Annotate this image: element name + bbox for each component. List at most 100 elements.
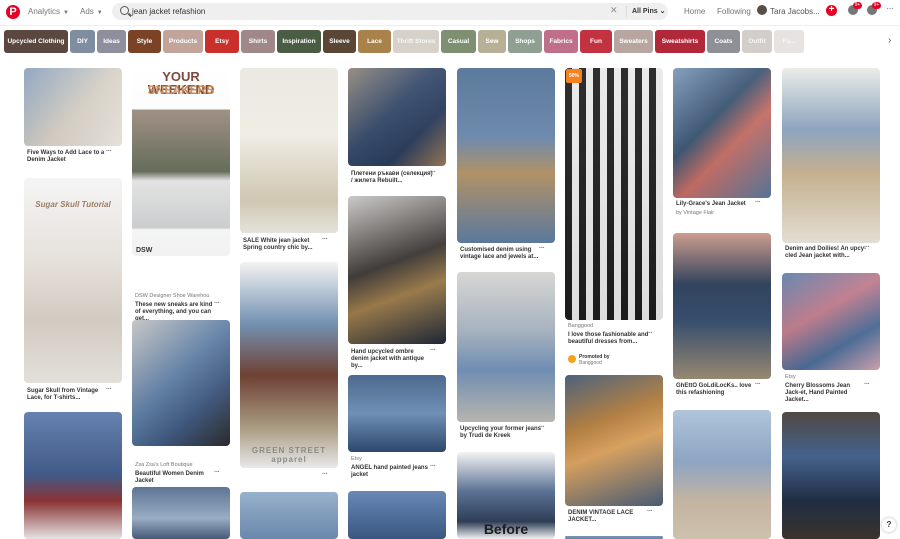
advertiser-avatar[interactable]	[568, 355, 576, 363]
chip-sweaters[interactable]: Sweaters	[614, 30, 653, 53]
pin-title[interactable]: Cherry Blossoms Jean Jack-et, Hand Paint…	[785, 383, 867, 404]
pin-image[interactable]: 50%	[565, 68, 663, 320]
pin-more-options-icon[interactable]: ···	[106, 148, 112, 155]
pin-image[interactable]: YOUR WEEKEND SNEAKERS DSW	[132, 68, 230, 256]
pin-more-options-icon[interactable]: ···	[539, 245, 545, 252]
pin-title[interactable]: Sugar Skull from Vintage Lace, for T-shi…	[27, 388, 109, 402]
pin-title[interactable]: Lily-Grace's Jean Jacket	[676, 201, 758, 208]
chip-sweatshirts[interactable]: Sweatshirts	[655, 30, 705, 53]
pin-more-options-icon[interactable]: ···	[864, 381, 870, 388]
pin-image[interactable]	[457, 68, 555, 243]
search-scope-dropdown[interactable]: All Pins ⌄	[632, 7, 666, 15]
pin-source[interactable]: Etsy	[351, 456, 439, 462]
pin-image[interactable]: GREEN STREET apparel	[240, 262, 338, 468]
chip-sew[interactable]: Sew	[478, 30, 506, 53]
chip-style[interactable]: Style	[128, 30, 161, 53]
pin-image[interactable]	[348, 68, 446, 166]
pin-image[interactable]	[132, 320, 230, 446]
pin-title[interactable]: Hand upcycled ombre denim jacket with an…	[351, 349, 433, 370]
pin-image[interactable]	[673, 68, 771, 198]
pin-image[interactable]	[782, 273, 880, 370]
pin-source[interactable]: Zsa Zsa's Loft Boutique	[135, 462, 223, 468]
create-plus-button[interactable]: +	[826, 5, 837, 16]
chip-shops[interactable]: Shops	[508, 30, 542, 53]
pin-image[interactable]: Before	[457, 452, 555, 539]
following-link[interactable]: Following	[717, 7, 751, 16]
pin-image[interactable]	[240, 492, 338, 539]
pin-image[interactable]	[348, 196, 446, 344]
pinterest-logo-icon[interactable]: P	[6, 5, 20, 19]
pin-title[interactable]: Плетени ръкави (селекция) / жилета Rebui…	[351, 171, 433, 185]
pin-image[interactable]	[782, 68, 880, 243]
pin-more-options-icon[interactable]: ···	[214, 300, 220, 307]
pin-title[interactable]: Five Ways to Add Lace to a Denim Jacket	[27, 150, 109, 164]
pin-more-options-icon[interactable]: ···	[430, 463, 436, 470]
user-avatar[interactable]	[757, 5, 767, 15]
pin-image[interactable]	[24, 68, 122, 146]
chip-fun[interactable]: Fun	[580, 30, 612, 53]
chevron-right-icon[interactable]: ›	[888, 35, 891, 46]
clear-search-icon[interactable]: ✕	[610, 5, 618, 16]
pin-more-options-icon[interactable]: ···	[106, 386, 112, 393]
chip-fabrics[interactable]: Fabrics	[544, 30, 578, 53]
pin-more-options-icon[interactable]: ···	[430, 347, 436, 354]
pin-more-options-icon[interactable]: ···	[430, 169, 436, 176]
pin-image[interactable]	[240, 68, 338, 233]
pin-title[interactable]: I love those fashionable and beautiful d…	[568, 332, 650, 346]
pin-more-options-icon[interactable]: ···	[755, 199, 761, 206]
user-name-link[interactable]: Tara Jacobs...	[770, 7, 820, 16]
pin-image[interactable]	[348, 491, 446, 539]
pin-image[interactable]	[565, 375, 663, 506]
pin-image[interactable]	[132, 487, 230, 539]
help-button[interactable]: ?	[882, 518, 896, 532]
pin-more-options-icon[interactable]: ···	[214, 469, 220, 476]
pin-more-options-icon[interactable]: ···	[755, 381, 761, 388]
pin-image[interactable]	[673, 410, 771, 539]
chip-sleeve[interactable]: Sleeve	[323, 30, 356, 53]
pin-more-options-icon[interactable]: ···	[647, 330, 653, 337]
pin-image[interactable]: Sugar Skull Tutorial	[24, 178, 122, 383]
pin-more-options-icon[interactable]: ···	[539, 424, 545, 431]
home-link[interactable]: Home	[684, 7, 705, 16]
chip-products[interactable]: Products	[163, 30, 203, 53]
chip-upcycled-clothing[interactable]: Upcycled Clothing	[4, 30, 68, 53]
chip-etsy[interactable]: Etsy	[205, 30, 239, 53]
pin-title[interactable]: GhEttO GoLdiLocKs.. love this refashioni…	[676, 383, 758, 397]
pin-image[interactable]	[24, 412, 122, 539]
pin-image[interactable]	[457, 272, 555, 422]
pin-image[interactable]	[782, 412, 880, 539]
pin-title[interactable]: Customised denim using vintage lace and …	[460, 247, 542, 261]
chip-diy[interactable]: DIY	[70, 30, 95, 53]
pin-title[interactable]: Denim and Doilies! An upcy-cled Jean jac…	[785, 246, 867, 260]
pin-more-options-icon[interactable]: ···	[322, 236, 328, 243]
pin-title[interactable]: Beautiful Women Denim Jacket	[135, 471, 217, 485]
pin-image[interactable]	[673, 233, 771, 379]
chip-casual[interactable]: Casual	[441, 30, 476, 53]
pin-more-options-icon[interactable]: ···	[864, 244, 870, 251]
chip-thrift-stores[interactable]: Thrift Stores	[393, 30, 439, 53]
advertiser-name[interactable]: Banggood	[579, 360, 602, 366]
pin-title[interactable]: Upcycling your former jeans by Trudi de …	[460, 426, 542, 440]
more-options-icon[interactable]: ···	[886, 3, 894, 14]
chip-outfit[interactable]: Outfit	[742, 30, 772, 53]
pin-more-options-icon[interactable]: ···	[322, 471, 328, 478]
pin-source[interactable]: by Vintage Flair	[676, 210, 714, 216]
pin-title[interactable]: DENIM VINTAGE LACE JACKET...	[568, 510, 650, 524]
search-input[interactable]	[132, 5, 592, 18]
pin-source[interactable]: Banggood	[568, 323, 656, 329]
messages-badge: 9+	[853, 2, 862, 9]
analytics-menu[interactable]: Analytics ▼	[28, 7, 69, 16]
chip-ideas[interactable]: Ideas	[97, 30, 126, 53]
chip-fa[interactable]: Fa...	[774, 30, 804, 53]
chip-coats[interactable]: Coats	[707, 30, 740, 53]
pin-title[interactable]: ANGEL hand painted jeans jacket	[351, 465, 433, 479]
chip-lace[interactable]: Lace	[358, 30, 391, 53]
pin-title[interactable]: SALE White jean jacket Spring country ch…	[243, 238, 325, 252]
pin-source[interactable]: DSW Designer Shoe Warehou	[135, 293, 223, 299]
chip-inspiration[interactable]: Inspiration	[277, 30, 321, 53]
ads-menu[interactable]: Ads ▼	[80, 7, 103, 16]
pin-source[interactable]: Etsy	[785, 374, 873, 380]
pin-more-options-icon[interactable]: ···	[647, 508, 653, 515]
chip-shirts[interactable]: Shirts	[241, 30, 275, 53]
pin-image[interactable]	[348, 375, 446, 452]
